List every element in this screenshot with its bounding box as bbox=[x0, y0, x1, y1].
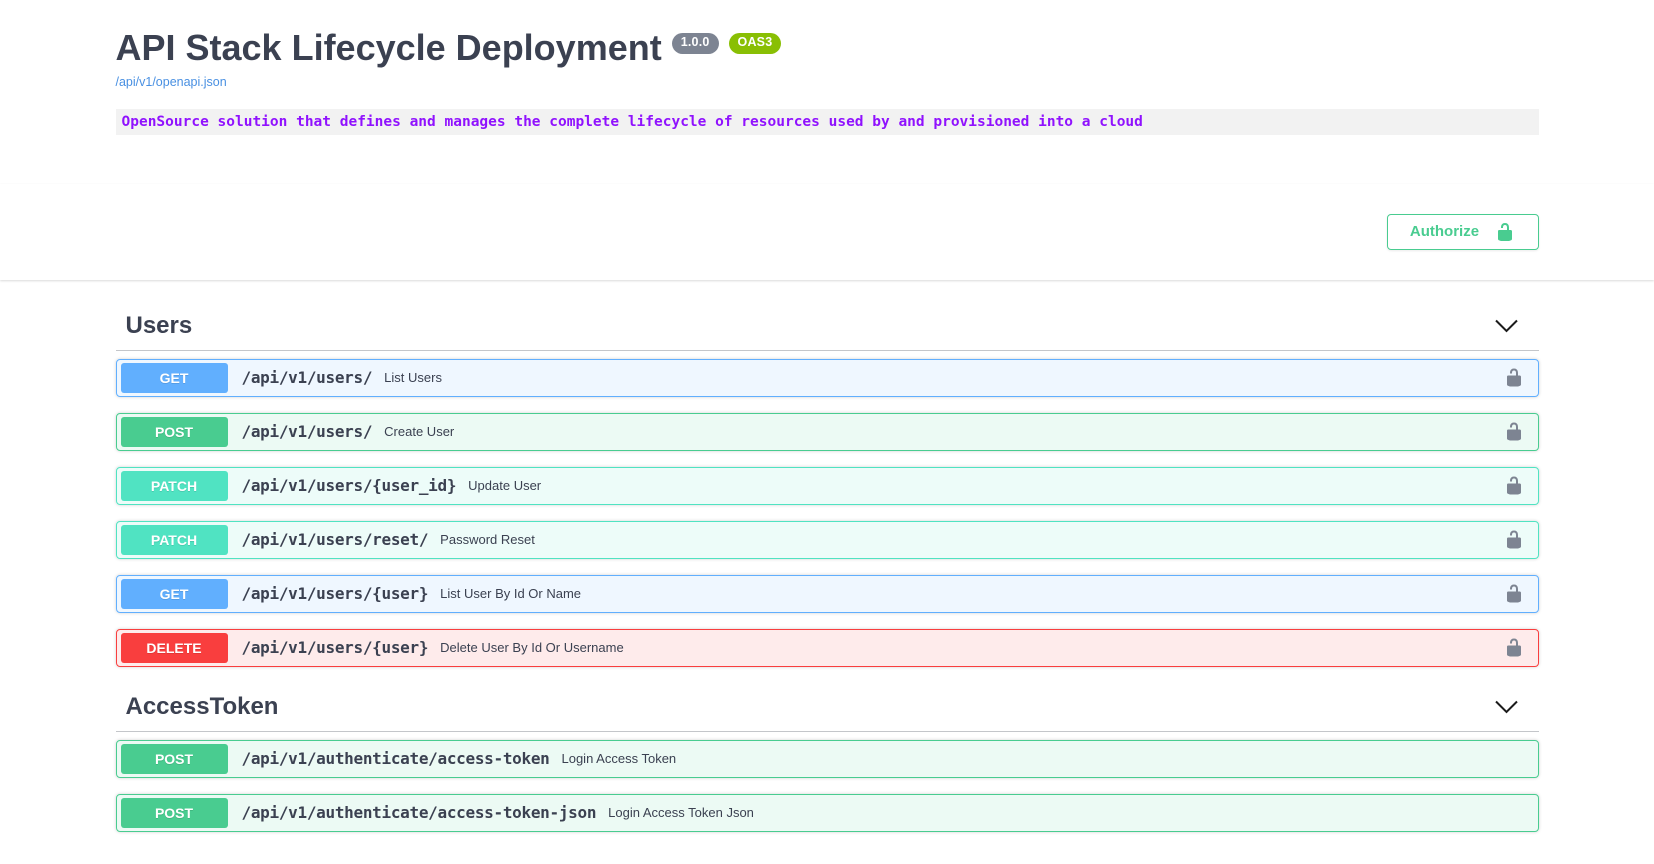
tag-header-users[interactable]: Users bbox=[115, 302, 1539, 351]
endpoint-path: /api/v1/authenticate/access-token-json bbox=[241, 803, 597, 823]
tag-title: AccessToken bbox=[125, 692, 279, 720]
endpoint-summary: Delete User By Id Or Username bbox=[440, 640, 624, 656]
endpoint-path: /api/v1/users/{user} bbox=[241, 638, 429, 658]
operation-row[interactable]: GET/api/v1/users/{user} List User By Id O… bbox=[115, 574, 1539, 613]
endpoint-summary: List User By Id Or Name bbox=[440, 586, 582, 602]
authorize-button[interactable]: Authorize bbox=[1386, 213, 1539, 250]
operation-row[interactable]: POST/api/v1/users/Create User bbox=[115, 412, 1539, 451]
endpoint-path: /api/v1/users/ bbox=[241, 422, 373, 442]
info-section: API Stack Lifecycle Deployment 1.0.0 OAS3 … bbox=[115, 0, 1539, 135]
endpoint-summary: List Users bbox=[384, 370, 442, 386]
api-description-bar: OpenSource solution that defines and man… bbox=[115, 108, 1539, 135]
endpoint-summary: Login Access Token bbox=[561, 751, 677, 767]
method-badge: PATCH bbox=[120, 524, 228, 555]
chevron-down-icon[interactable] bbox=[1494, 319, 1519, 333]
method-badge: POST bbox=[120, 797, 228, 828]
tag-title: Users bbox=[125, 311, 193, 339]
method-badge: POST bbox=[120, 743, 228, 774]
api-description-text: OpenSource solution that defines and man… bbox=[121, 113, 1143, 130]
operation-row[interactable]: PATCH/api/v1/users/{user_id} Update User bbox=[115, 466, 1539, 505]
endpoint-summary: Update User bbox=[468, 478, 542, 494]
method-badge: PATCH bbox=[120, 470, 228, 501]
operation-row[interactable]: POST/api/v1/authenticate/access-token Log… bbox=[115, 739, 1539, 778]
unlock-icon[interactable] bbox=[1504, 529, 1524, 550]
operation-row[interactable]: DELETE/api/v1/users/{user} Delete User By… bbox=[115, 628, 1539, 667]
endpoint-path: /api/v1/authenticate/access-token bbox=[241, 749, 550, 769]
endpoint-path: /api/v1/users/ bbox=[241, 368, 373, 388]
oas3-badge: OAS3 bbox=[728, 33, 782, 54]
operation-row[interactable]: GET/api/v1/users/List Users bbox=[115, 358, 1539, 397]
unlock-icon[interactable] bbox=[1504, 583, 1524, 604]
operation-row[interactable]: POST/api/v1/authenticate/access-token-js… bbox=[115, 793, 1539, 832]
unlock-icon[interactable] bbox=[1504, 637, 1524, 658]
endpoint-path: /api/v1/users/{user_id} bbox=[241, 476, 457, 496]
api-title-text: API Stack Lifecycle Deployment bbox=[115, 27, 662, 68]
endpoint-summary: Create User bbox=[384, 424, 455, 440]
authorize-button-label: Authorize bbox=[1409, 223, 1480, 241]
endpoint-summary: Password Reset bbox=[440, 532, 535, 548]
method-badge: POST bbox=[120, 416, 228, 447]
endpoint-path: /api/v1/users/reset/ bbox=[241, 530, 429, 550]
tag-section-accesstoken: AccessToken POST/api/v1/authenticate/acce… bbox=[115, 683, 1539, 832]
openapi-spec-link[interactable]: /api/v1/openapi.json bbox=[116, 75, 227, 89]
operations-list: Users GET/api/v1/users/List Users POST/api… bbox=[115, 280, 1539, 832]
operation-row[interactable]: PATCH/api/v1/users/reset/Password Reset bbox=[115, 520, 1539, 559]
tag-header-accesstoken[interactable]: AccessToken bbox=[115, 683, 1539, 732]
unlock-icon[interactable] bbox=[1504, 421, 1524, 442]
endpoint-summary: Login Access Token Json bbox=[608, 805, 754, 821]
scheme-container: Authorize bbox=[0, 183, 1654, 280]
method-badge: GET bbox=[120, 362, 228, 393]
unlock-icon[interactable] bbox=[1504, 475, 1524, 496]
tag-section-users: Users GET/api/v1/users/List Users POST/api… bbox=[115, 302, 1539, 667]
endpoint-path: /api/v1/users/{user} bbox=[241, 584, 429, 604]
method-badge: DELETE bbox=[120, 632, 228, 663]
chevron-down-icon[interactable] bbox=[1494, 700, 1519, 714]
method-badge: GET bbox=[120, 578, 228, 609]
version-badge: 1.0.0 bbox=[671, 33, 719, 54]
unlock-icon[interactable] bbox=[1504, 367, 1524, 388]
unlock-icon bbox=[1495, 222, 1515, 242]
page-title: API Stack Lifecycle Deployment 1.0.0 OAS3 bbox=[116, 28, 1539, 68]
